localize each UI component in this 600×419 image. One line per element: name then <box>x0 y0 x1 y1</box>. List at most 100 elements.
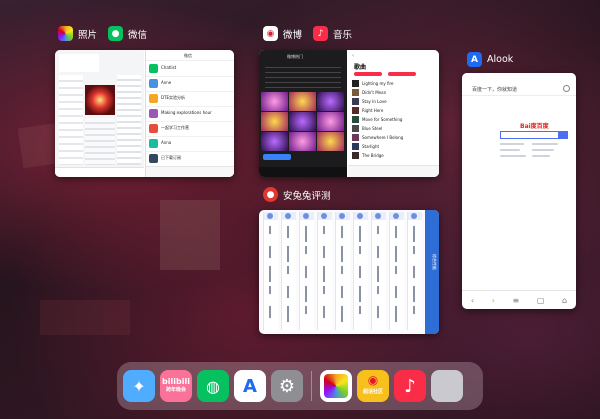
antutu-icon: ● <box>263 187 278 202</box>
alook-search-hint: 百度一下，你就知道 <box>472 87 518 93</box>
music-title: 歌曲 <box>354 64 367 71</box>
weibo-photo[interactable] <box>317 92 344 111</box>
antutu-text-line <box>413 246 415 254</box>
music-track-row[interactable]: Blue Steel <box>352 125 436 133</box>
music-track-row[interactable]: The Bridge <box>352 152 436 160</box>
antutu-label: 安兔兔评测 <box>283 190 331 202</box>
weibo-photo[interactable] <box>317 132 344 151</box>
weibo-photo[interactable] <box>261 132 288 151</box>
group3-label: A Alook <box>467 52 513 67</box>
tabs-icon[interactable]: ▢ <box>537 296 545 305</box>
album-cover <box>352 98 359 105</box>
wechat-chat-row[interactable]: Making explorations hour <box>146 107 234 122</box>
antutu-text-line <box>341 306 343 322</box>
forward-icon[interactable]: › <box>492 296 495 305</box>
alook-card[interactable]: 百度一下，你就知道 Bai度百度 ‹ › ≡ ▢ ⌂ <box>462 73 576 309</box>
album-cover <box>352 116 359 123</box>
wechat-chat-row[interactable]: Chatlist <box>146 62 234 77</box>
weibo-pane: 微博热门 <box>259 50 347 177</box>
chat-name: 已下载订阅 <box>161 155 181 160</box>
antutu-text-line <box>413 266 415 278</box>
weibo-dock-glyph: ◉ <box>367 373 379 387</box>
weibo-photo[interactable] <box>261 112 288 131</box>
antutu-text-line <box>269 286 271 294</box>
chat-name: 一起学习工作营 <box>161 125 189 130</box>
weibo-photo[interactable] <box>289 132 316 151</box>
antutu-badge <box>393 213 399 219</box>
bilibili-label: bilibili <box>162 377 190 386</box>
alook-dock-icon[interactable]: A <box>234 370 266 402</box>
weibo-photo[interactable] <box>289 92 316 111</box>
antutu-text-line <box>395 306 397 322</box>
track-title: Starlight <box>362 144 380 149</box>
antutu-text-line <box>359 246 361 254</box>
music-track-row[interactable]: Lighting my fire <box>352 80 436 88</box>
safari-icon[interactable]: ✧ <box>123 370 155 402</box>
chat-name: Making explorations hour <box>161 110 212 115</box>
antutu-text-line <box>305 226 307 242</box>
wechat-chat-row[interactable]: 已下载订阅 <box>146 152 234 167</box>
weibo-photo-grid <box>261 92 345 152</box>
music-track-row[interactable]: Starlight <box>352 143 436 151</box>
avatar <box>149 139 158 148</box>
wechat-chat-row[interactable]: DTE实验分析 <box>146 92 234 107</box>
wechat-dock-icon[interactable]: ◍ <box>197 370 229 402</box>
antutu-column <box>407 212 422 330</box>
baidu-logo: Bai度百度 <box>520 123 549 130</box>
track-title: Didn't Mean <box>362 90 387 95</box>
wechat-chat-row[interactable]: 一起学习工作营 <box>146 122 234 137</box>
weibo-dock-icon[interactable]: ◉ 超话社区 <box>357 370 389 402</box>
settings-icon[interactable]: ⚙ <box>271 370 303 402</box>
antutu-text-line <box>323 266 325 282</box>
antutu-text-line <box>395 246 397 262</box>
alook-label: Alook <box>487 54 514 65</box>
antutu-column <box>371 212 386 330</box>
wechat-pane: 微信 Chatlist Anne DTE实验分析 Making exploration… <box>145 50 234 177</box>
antutu-text-line <box>305 286 307 302</box>
bilibili-icon[interactable]: bilibili 跨年晚会 <box>160 370 192 402</box>
track-title: Blue Steel <box>362 126 383 131</box>
antutu-column <box>335 212 350 330</box>
antutu-text-line <box>305 266 307 278</box>
antutu-badge <box>303 213 309 219</box>
antutu-card[interactable]: 综合性能 <box>259 210 439 334</box>
chat-name: DTE实验分析 <box>161 95 186 100</box>
track-title: Move for Something <box>362 117 403 122</box>
weibo-photo[interactable] <box>317 112 344 131</box>
alook-icon: A <box>467 52 482 67</box>
antutu-text-line <box>269 226 271 234</box>
antutu-text-line <box>341 286 343 298</box>
antutu-text-line <box>287 226 289 238</box>
music-track-row[interactable]: Right Here <box>352 107 436 115</box>
antutu-badge <box>267 213 273 219</box>
antutu-text-line <box>323 286 325 294</box>
wechat-chat-row[interactable]: Anna <box>146 137 234 152</box>
photos-dock-icon[interactable] <box>320 370 352 402</box>
weibo-photo[interactable] <box>261 92 288 111</box>
home-icon[interactable]: ⌂ <box>562 296 567 305</box>
album-cover <box>352 152 359 159</box>
music-track-row[interactable]: Stay In Love <box>352 98 436 106</box>
antutu-text-line <box>269 246 271 258</box>
weibo-photo[interactable] <box>289 112 316 131</box>
weibo-music-card[interactable]: 微博热门 ‹ 歌曲 Lighting my fire Didn't Mean Sta… <box>259 50 439 177</box>
music-track-row[interactable]: Didn't Mean <box>352 89 436 97</box>
back-icon[interactable]: ‹ <box>471 296 474 305</box>
wechat-chat-row[interactable]: Anne <box>146 77 234 92</box>
antutu-text-line <box>269 306 271 318</box>
music-dock-icon[interactable]: ♪ <box>394 370 426 402</box>
music-track-row[interactable]: Somewhere I Belong <box>352 134 436 142</box>
baidu-search-box[interactable] <box>500 131 560 139</box>
wallpaper-streak <box>40 300 130 335</box>
antutu-text-line <box>377 266 379 282</box>
menu-icon[interactable]: ≡ <box>513 296 520 305</box>
folder-icon[interactable] <box>431 370 463 402</box>
photos-wechat-card[interactable]: 微信 Chatlist Anne DTE实验分析 Making exploration… <box>55 50 234 177</box>
wechat-icon: ● <box>108 26 124 41</box>
photos-label: 照片 <box>78 29 98 41</box>
antutu-text-line <box>395 226 397 238</box>
photos-icon <box>58 26 73 41</box>
wechat-label: 微信 <box>128 29 148 41</box>
avatar <box>149 94 158 103</box>
music-track-row[interactable]: Move for Something <box>352 116 436 124</box>
